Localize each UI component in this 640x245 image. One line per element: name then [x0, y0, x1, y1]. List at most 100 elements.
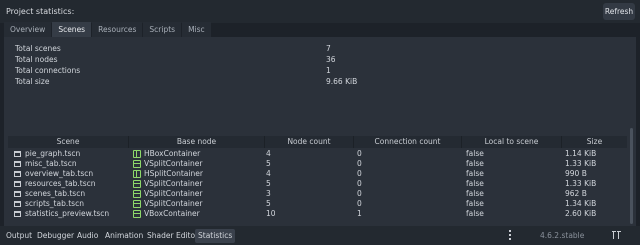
base-node: HBoxContainer [144, 149, 201, 158]
size: 962 B [565, 189, 587, 198]
local-to-scene: false [466, 149, 484, 158]
stat-row-scenes: Total scenes 7 [15, 44, 615, 55]
node-count: 4 [266, 149, 271, 158]
base-node: VSplitContainer [144, 159, 203, 168]
stat-label: Total size [15, 77, 50, 86]
bottom-tab-debugger[interactable]: Debugger [34, 229, 77, 243]
node-count: 5 [266, 199, 271, 208]
bottom-tab-audio[interactable]: Audio [74, 229, 101, 243]
base-node: VSplitContainer [144, 179, 203, 188]
scene-file-icon [14, 151, 21, 157]
scene-file-icon [14, 191, 21, 197]
tab-scripts[interactable]: Scripts [143, 22, 182, 37]
table-row[interactable]: scenes_tab.tscn VSplitContainer 3 0 fals… [8, 189, 627, 199]
node-count: 5 [266, 159, 271, 168]
bottom-tab-output[interactable]: Output [3, 229, 35, 243]
top-bar: Project statistics: Refresh [0, 0, 640, 23]
pin-panel-icon[interactable] [612, 231, 622, 240]
stat-row-nodes: Total nodes 36 [15, 55, 615, 66]
scenes-table: Scene Base node Node count Connection co… [8, 136, 627, 221]
version-label: 4.6.2.stable [540, 231, 585, 240]
stat-label: Total nodes [15, 55, 58, 64]
column-header-size[interactable]: Size [562, 136, 627, 148]
connection-count: 0 [357, 179, 362, 188]
bottom-tab-statistics[interactable]: Statistics [195, 229, 236, 243]
local-to-scene: false [466, 159, 484, 168]
size: 990 B [565, 169, 587, 178]
hbox-icon [133, 150, 141, 158]
scene-file-icon [14, 181, 21, 187]
table-scrollbar[interactable] [630, 128, 633, 224]
bottom-tab-shader-editor[interactable]: Shader Editor [144, 229, 201, 243]
scene-name: overview_tab.tscn [25, 169, 94, 178]
size: 1.14 KiB [565, 149, 597, 158]
connection-count: 0 [357, 189, 362, 198]
column-header-connection-count[interactable]: Connection count [354, 136, 462, 148]
size: 1.34 KiB [565, 199, 597, 208]
scene-name: statistics_preview.tscn [25, 209, 110, 218]
stat-value: 1 [326, 66, 331, 75]
hsplit-icon [133, 170, 141, 178]
local-to-scene: false [466, 189, 484, 198]
table-row[interactable]: overview_tab.tscn HSplitContainer 4 0 fa… [8, 169, 627, 179]
column-header-base-node[interactable]: Base node [129, 136, 265, 148]
tab-misc[interactable]: Misc [182, 22, 211, 37]
local-to-scene: false [466, 199, 484, 208]
base-node: VSplitContainer [144, 189, 203, 198]
scene-name: misc_tab.tscn [25, 159, 77, 168]
column-header-node-count[interactable]: Node count [265, 136, 354, 148]
vbox-icon [133, 210, 141, 218]
column-header-scene[interactable]: Scene [8, 136, 129, 148]
node-count: 10 [266, 209, 276, 218]
stat-value: 36 [326, 55, 336, 64]
scene-name: scripts_tab.tscn [25, 199, 84, 208]
stat-value: 7 [326, 44, 331, 53]
more-options-icon[interactable] [509, 229, 512, 241]
vsplit-icon [133, 160, 141, 168]
local-to-scene: false [466, 169, 484, 178]
table-row[interactable]: scripts_tab.tscn VSplitContainer 5 0 fal… [8, 199, 627, 209]
column-header-local-to-scene[interactable]: Local to scene [462, 136, 562, 148]
node-count: 3 [266, 189, 271, 198]
stat-label: Total scenes [15, 44, 61, 53]
connection-count: 0 [357, 149, 362, 158]
stat-value: 9.66 KiB [326, 77, 358, 86]
scene-file-icon [14, 201, 21, 207]
scene-name: resources_tab.tscn [25, 179, 96, 188]
base-node: VBoxContainer [144, 209, 200, 218]
scene-file-icon [14, 161, 21, 167]
stat-label: Total connections [15, 66, 81, 75]
scene-file-icon [14, 171, 21, 177]
table-row[interactable]: resources_tab.tscn VSplitContainer 5 0 f… [8, 179, 627, 189]
connection-count: 0 [357, 199, 362, 208]
local-to-scene: false [466, 179, 484, 188]
bottom-tab-animation[interactable]: Animation [102, 229, 146, 243]
vsplit-icon [133, 180, 141, 188]
scene-name: scenes_tab.tscn [25, 189, 86, 198]
table-row[interactable]: misc_tab.tscn VSplitContainer 5 0 false … [8, 159, 627, 169]
stat-row-size: Total size 9.66 KiB [15, 77, 615, 88]
tab-scenes[interactable]: Scenes [52, 22, 92, 37]
node-count: 4 [266, 169, 271, 178]
tab-resources[interactable]: Resources [92, 22, 143, 37]
node-count: 5 [266, 179, 271, 188]
base-node: VSplitContainer [144, 199, 203, 208]
table-row[interactable]: pie_graph.tscn HBoxContainer 4 0 false 1… [8, 149, 627, 159]
size: 2.60 KiB [565, 209, 597, 218]
tab-overview[interactable]: Overview [4, 22, 52, 37]
connection-count: 1 [357, 209, 362, 218]
connection-count: 0 [357, 159, 362, 168]
vsplit-icon [133, 200, 141, 208]
table-header: Scene Base node Node count Connection co… [8, 136, 627, 148]
base-node: HSplitContainer [144, 169, 203, 178]
page-title: Project statistics: [6, 7, 75, 16]
size: 1.33 KiB [565, 179, 597, 188]
scene-name: pie_graph.tscn [25, 149, 81, 158]
stat-row-connections: Total connections 1 [15, 66, 615, 77]
table-row[interactable]: statistics_preview.tscn VBoxContainer 10… [8, 209, 627, 219]
connection-count: 0 [357, 169, 362, 178]
size: 1.33 KiB [565, 159, 597, 168]
tab-bar: Overview Scenes Resources Scripts Misc [4, 22, 212, 37]
vsplit-icon [133, 190, 141, 198]
refresh-button[interactable]: Refresh [603, 3, 635, 20]
